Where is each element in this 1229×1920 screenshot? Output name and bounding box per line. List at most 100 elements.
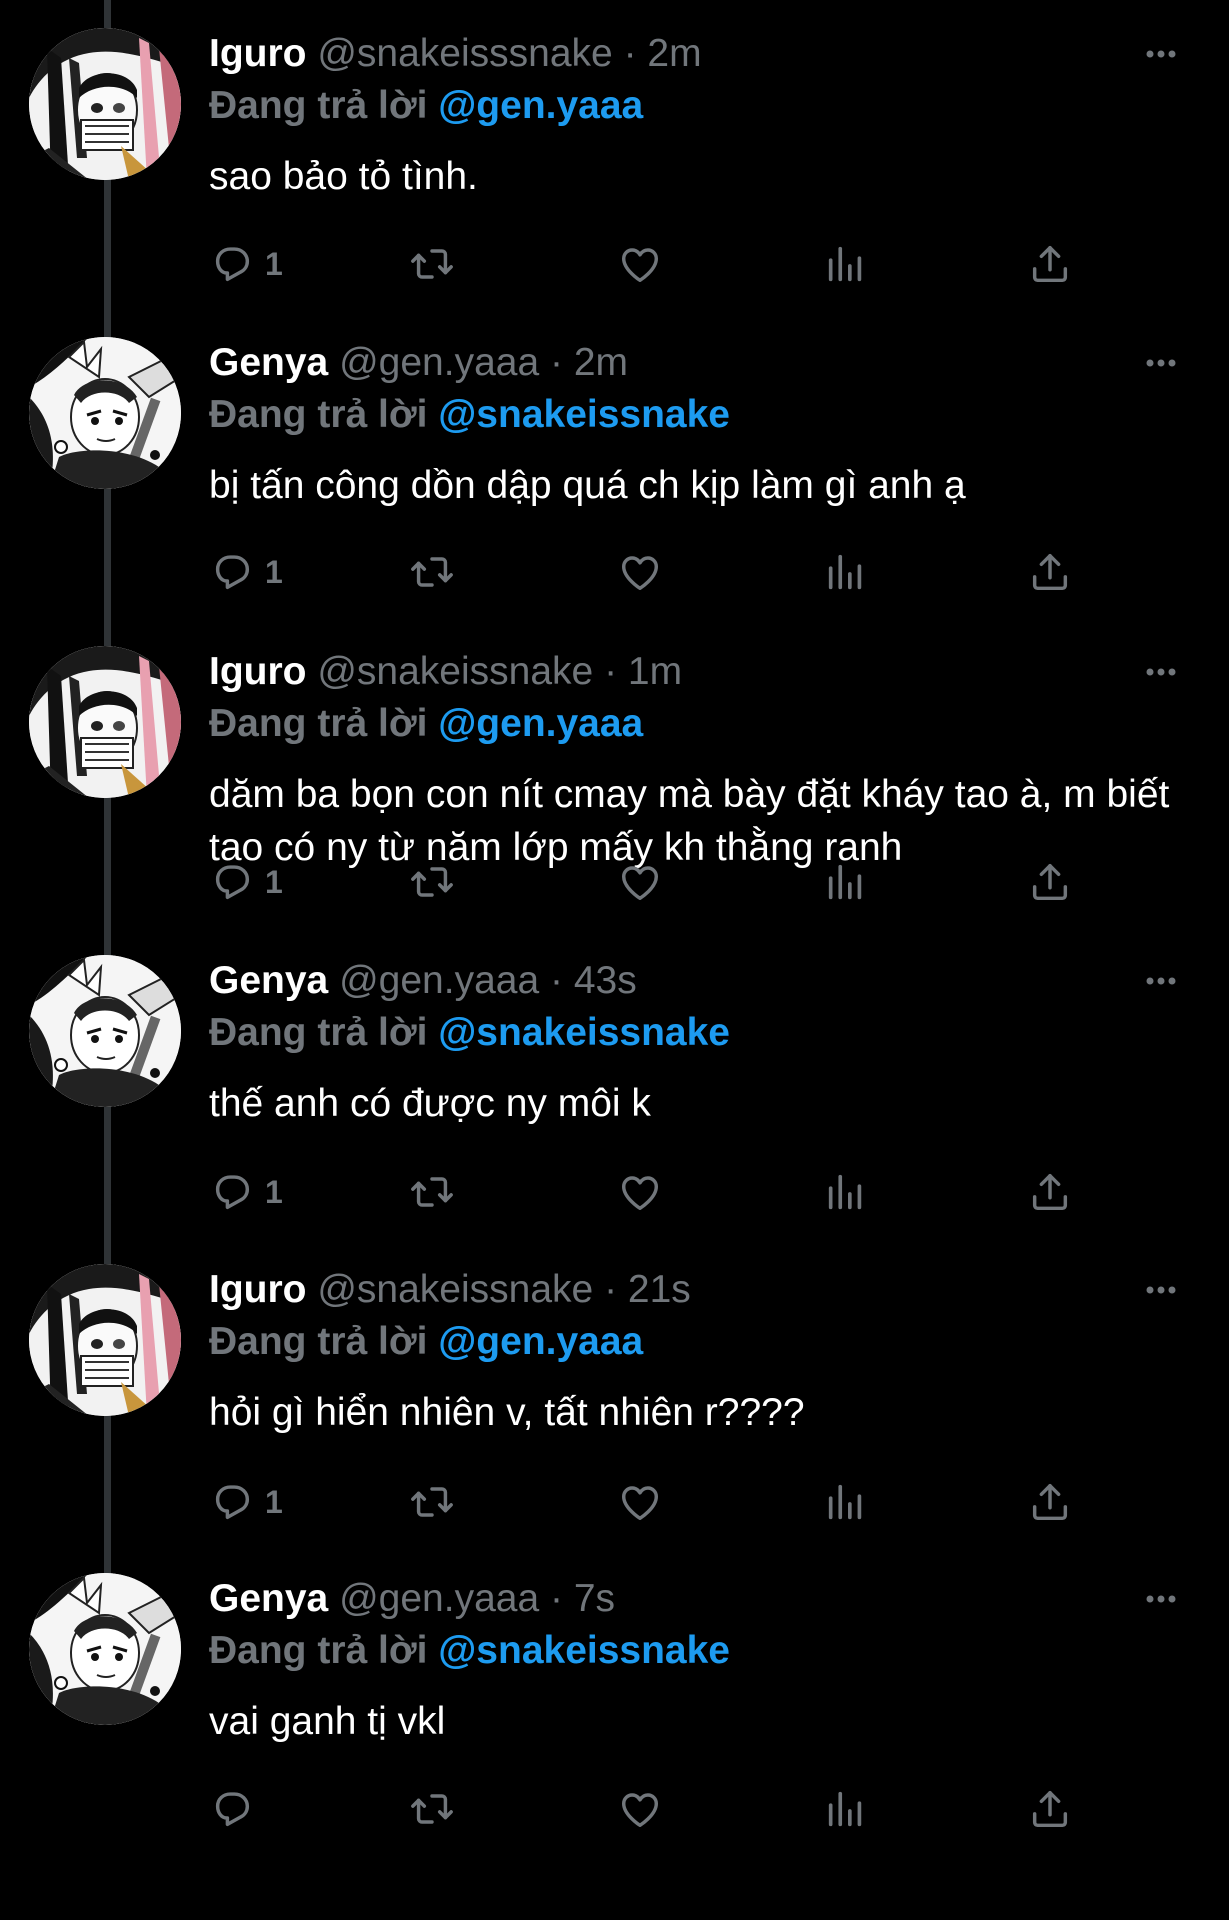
display-name[interactable]: Iguro (209, 32, 306, 75)
like-button[interactable] (617, 1165, 663, 1219)
separator-dot: · (604, 1268, 618, 1311)
views-button[interactable] (823, 1475, 869, 1529)
tweet-text: thế anh có được ny môi k (209, 1082, 651, 1125)
reply-count: 1 (265, 245, 283, 282)
timestamp[interactable]: 2m (647, 32, 701, 75)
reply-button[interactable] (209, 1782, 265, 1836)
like-button[interactable] (617, 237, 663, 291)
replying-to-handle-link[interactable]: @snakeissnake (438, 1629, 730, 1672)
user-handle[interactable]: @gen.yaaa (339, 1577, 539, 1620)
replying-to-handle-link[interactable]: @snakeissnake (438, 393, 730, 436)
user-handle[interactable]: @gen.yaaa (339, 959, 539, 1002)
reply-count: 1 (265, 1173, 283, 1210)
heart-icon (617, 1169, 663, 1215)
more-options-button[interactable] (1137, 30, 1185, 78)
more-options-button[interactable] (1137, 648, 1185, 696)
more-icon (1137, 1575, 1185, 1623)
replying-to: Đang trả lời @snakeissnake (209, 1009, 730, 1057)
reply-count: 1 (265, 553, 283, 590)
views-button[interactable] (823, 855, 869, 909)
more-options-button[interactable] (1137, 339, 1185, 387)
avatar[interactable] (29, 646, 181, 798)
views-icon (823, 241, 869, 287)
tweet-header: Iguro @snakeissnake · 21s (209, 1266, 691, 1314)
tweet[interactable]: Iguro @snakeissnake · 21s Đang trả lời @g… (0, 1236, 1229, 1545)
separator-dot: · (604, 650, 618, 693)
replying-to-handle-link[interactable]: @gen.yaaa (438, 1320, 643, 1363)
avatar[interactable] (29, 28, 181, 180)
more-options-button[interactable] (1137, 1575, 1185, 1623)
timestamp[interactable]: 43s (574, 959, 637, 1002)
retweet-button[interactable] (409, 237, 455, 291)
tweet[interactable]: Genya @gen.yaaa · 43s Đang trả lời @snake… (0, 927, 1229, 1236)
reply-icon (209, 1169, 255, 1215)
retweet-icon (409, 1479, 455, 1525)
replying-to: Đang trả lời @gen.yaaa (209, 700, 643, 748)
timestamp[interactable]: 1m (628, 650, 682, 693)
retweet-button[interactable] (409, 1475, 455, 1529)
display-name[interactable]: Genya (209, 341, 328, 384)
retweet-button[interactable] (409, 1165, 455, 1219)
avatar[interactable] (29, 1264, 181, 1416)
avatar[interactable] (29, 1573, 181, 1725)
reply-button[interactable]: 1 (209, 545, 283, 599)
tweet[interactable]: Genya @gen.yaaa · 7s Đang trả lời @snakei… (0, 1545, 1229, 1854)
user-handle[interactable]: @snakeisssnake (317, 32, 612, 75)
replying-to-handle-link[interactable]: @snakeissnake (438, 1011, 730, 1054)
user-handle[interactable]: @snakeissnake (317, 1268, 593, 1311)
timestamp[interactable]: 2m (574, 341, 628, 384)
tweet-text: sao bảo tỏ tình. (209, 155, 478, 198)
replying-to-label: Đang trả lời (209, 393, 428, 436)
views-button[interactable] (823, 237, 869, 291)
user-handle[interactable]: @gen.yaaa (339, 341, 539, 384)
tweet-header: Genya @gen.yaaa · 7s (209, 1575, 615, 1623)
heart-icon (617, 859, 663, 905)
avatar[interactable] (29, 337, 181, 489)
tweet-text: vai ganh tị vkl (209, 1700, 446, 1743)
reply-button[interactable]: 1 (209, 855, 283, 909)
retweet-button[interactable] (409, 1782, 455, 1836)
retweet-button[interactable] (409, 855, 455, 909)
like-button[interactable] (617, 1782, 663, 1836)
views-icon (823, 859, 869, 905)
timestamp[interactable]: 21s (628, 1268, 691, 1311)
more-icon (1137, 339, 1185, 387)
replying-to-handle-link[interactable]: @gen.yaaa (438, 84, 643, 127)
display-name[interactable]: Iguro (209, 650, 306, 693)
iguro-avatar (29, 1264, 181, 1416)
display-name[interactable]: Genya (209, 959, 328, 1002)
views-button[interactable] (823, 1165, 869, 1219)
share-button[interactable] (1027, 1165, 1073, 1219)
tweet-actions: 1 (209, 1165, 1089, 1219)
share-icon (1027, 1169, 1073, 1215)
like-button[interactable] (617, 545, 663, 599)
share-button[interactable] (1027, 855, 1073, 909)
views-button[interactable] (823, 1782, 869, 1836)
tweet-text: bị tấn công dồn dập quá ch kịp làm gì an… (209, 464, 966, 507)
display-name[interactable]: Iguro (209, 1268, 306, 1311)
replying-to-handle-link[interactable]: @gen.yaaa (438, 702, 643, 745)
retweet-button[interactable] (409, 545, 455, 599)
timestamp[interactable]: 7s (574, 1577, 615, 1620)
reply-button[interactable]: 1 (209, 237, 283, 291)
tweet[interactable]: Iguro @snakeisssnake · 2m Đang trả lời @g… (0, 0, 1229, 309)
more-options-button[interactable] (1137, 957, 1185, 1005)
tweet[interactable]: Iguro @snakeissnake · 1m Đang trả lời @ge… (0, 618, 1229, 927)
views-icon (823, 1786, 869, 1832)
share-button[interactable] (1027, 1782, 1073, 1836)
reply-button[interactable]: 1 (209, 1165, 283, 1219)
user-handle[interactable]: @snakeissnake (317, 650, 593, 693)
reply-button[interactable]: 1 (209, 1475, 283, 1529)
like-button[interactable] (617, 855, 663, 909)
avatar[interactable] (29, 955, 181, 1107)
share-button[interactable] (1027, 545, 1073, 599)
more-options-button[interactable] (1137, 1266, 1185, 1314)
views-icon (823, 1479, 869, 1525)
tweet[interactable]: Genya @gen.yaaa · 2m Đang trả lời @snakei… (0, 309, 1229, 618)
share-button[interactable] (1027, 237, 1073, 291)
like-button[interactable] (617, 1475, 663, 1529)
display-name[interactable]: Genya (209, 1577, 328, 1620)
views-button[interactable] (823, 545, 869, 599)
reply-count: 1 (265, 863, 283, 900)
share-button[interactable] (1027, 1475, 1073, 1529)
